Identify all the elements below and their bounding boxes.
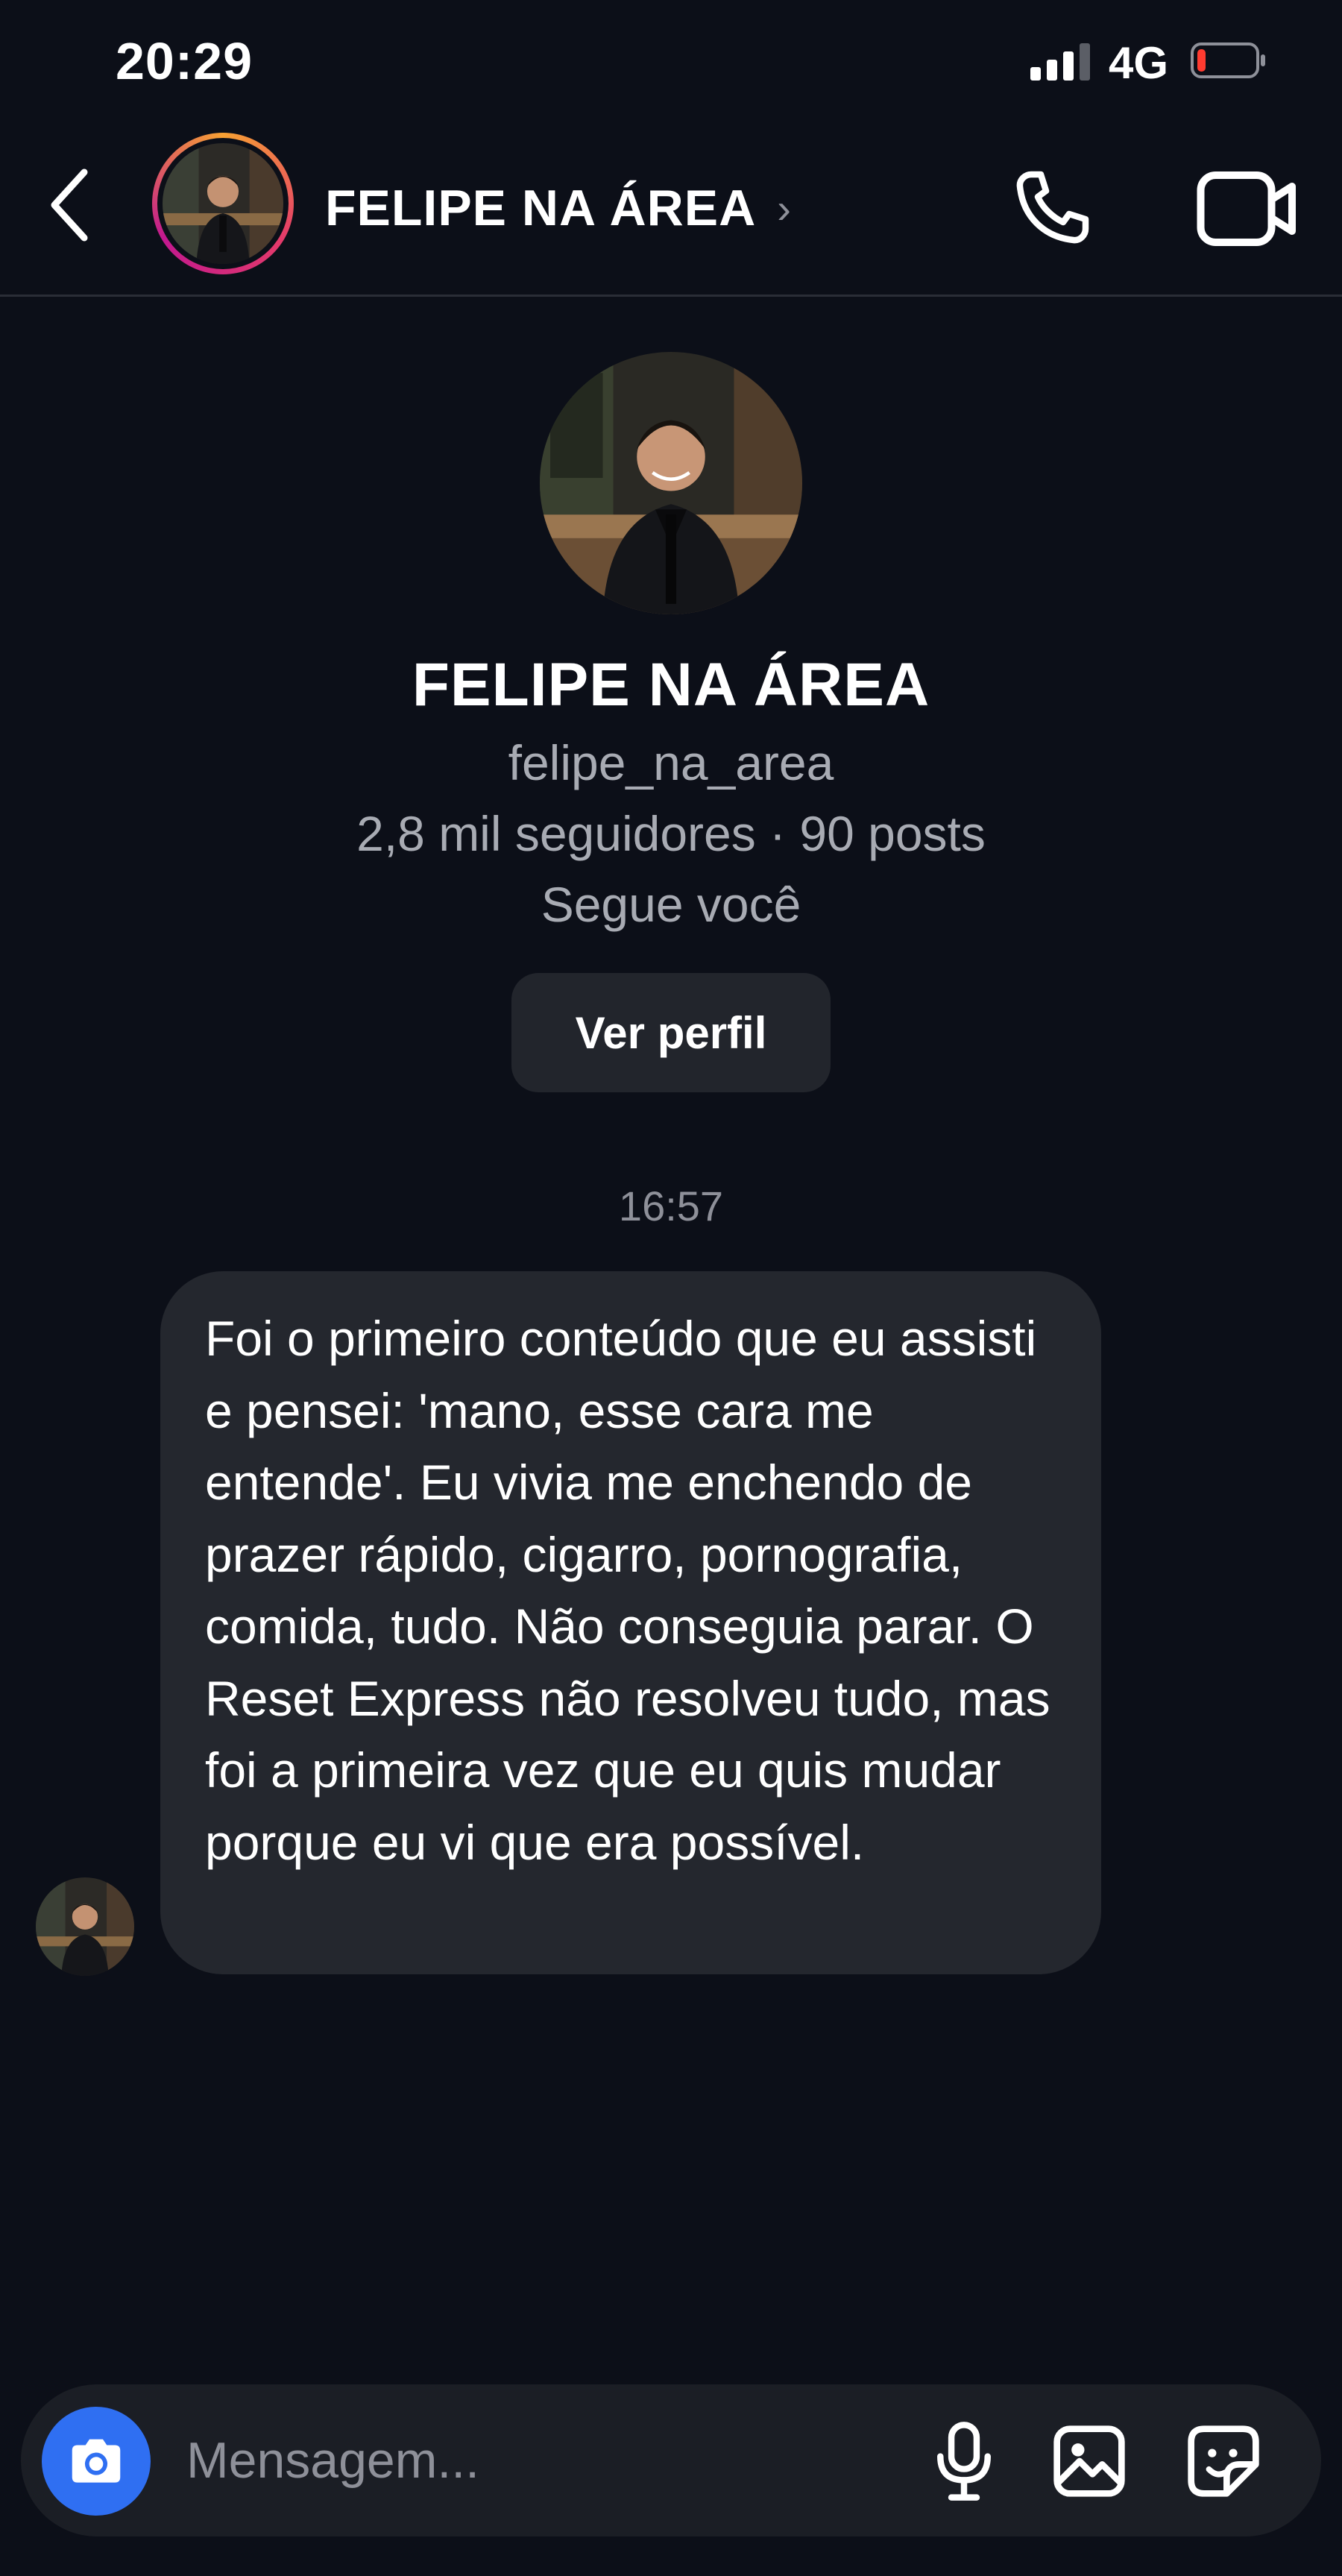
profile-name: FELIPE NA ÁREA: [412, 651, 930, 719]
profile-avatar[interactable]: [540, 352, 802, 614]
chevron-right-icon: ›: [777, 184, 792, 232]
audio-call-button[interactable]: [999, 157, 1103, 261]
back-button[interactable]: [36, 157, 103, 253]
status-bar: 20:29 4G: [0, 0, 1342, 127]
profile-stats: 2,8 mil seguidores · 90 posts: [356, 806, 986, 861]
sticker-icon: [1188, 2425, 1259, 2497]
message-timestamp: 16:57: [618, 1182, 724, 1229]
cellular-signal-icon: [1030, 43, 1090, 81]
view-profile-button[interactable]: Ver perfil: [511, 973, 831, 1092]
header-name: FELIPE NA ÁREA: [325, 180, 757, 236]
video-call-button[interactable]: [1191, 157, 1303, 261]
phone-icon: [1016, 171, 1089, 244]
chat-header: FELIPE NA ÁREA ›: [0, 127, 1342, 297]
sender-avatar[interactable]: [36, 1877, 134, 1976]
avatar-photo: [163, 143, 283, 264]
battery-low-icon: [1191, 42, 1265, 78]
microphone-icon: [937, 2422, 991, 2501]
chevron-left-icon: [51, 169, 88, 242]
dm-screen: 20:29 4G FELIPE NA ÁREA › FELIPE NA ÁREA…: [0, 0, 1342, 2576]
header-avatar[interactable]: [152, 133, 294, 274]
sticker-button[interactable]: [1175, 2413, 1272, 2510]
video-camera-icon: [1197, 171, 1296, 246]
camera-button[interactable]: [42, 2407, 151, 2516]
follows-you-label: Segue você: [541, 877, 801, 932]
message-input[interactable]: [186, 2416, 857, 2505]
voice-message-button[interactable]: [916, 2413, 1012, 2510]
header-name-link[interactable]: FELIPE NA ÁREA ›: [325, 179, 792, 237]
message-composer: [21, 2384, 1321, 2536]
gallery-button[interactable]: [1041, 2413, 1138, 2510]
status-time: 20:29: [116, 32, 253, 90]
camera-icon: [72, 2439, 121, 2483]
profile-username: felipe_na_area: [508, 735, 834, 790]
gallery-image-icon: [1053, 2425, 1125, 2497]
network-type: 4G: [1109, 38, 1169, 88]
message-bubble[interactable]: Foi o primeiro conteúdo que eu assisti e…: [160, 1271, 1101, 1974]
